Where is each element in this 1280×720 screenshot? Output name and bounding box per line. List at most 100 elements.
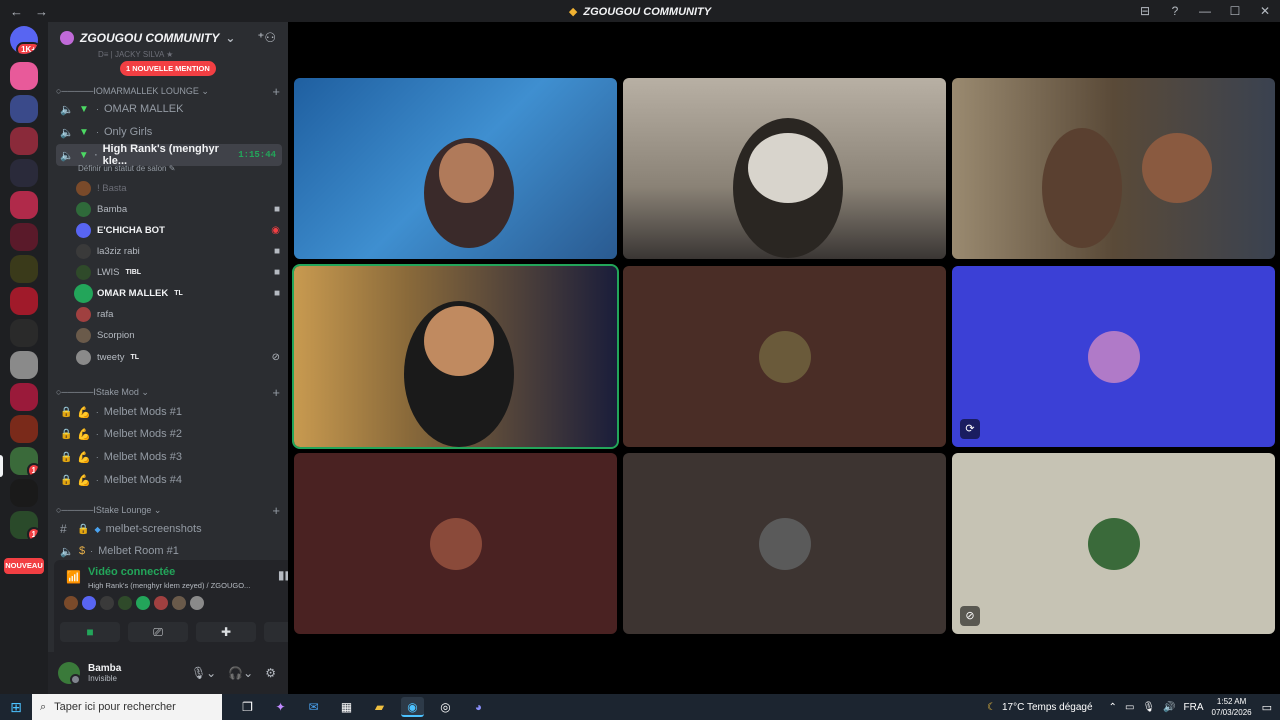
copilot-icon[interactable]: ✦: [269, 697, 292, 717]
video-tile-7[interactable]: [294, 453, 617, 634]
channel-high-rank[interactable]: 🔈 ▼ · High Rank's (menghyr kle... 1:15:44: [56, 143, 282, 167]
server-icon-11[interactable]: [10, 383, 38, 411]
participant-avatar[interactable]: [172, 596, 186, 610]
language-indicator[interactable]: FRA: [1184, 702, 1204, 713]
voice-user[interactable]: tweety TL ⊘: [76, 347, 280, 367]
add-channel-icon[interactable]: +: [272, 503, 280, 518]
server-icon-1[interactable]: [10, 62, 38, 90]
file-explorer-icon[interactable]: ▰: [368, 697, 391, 717]
maximize-button[interactable]: ☐: [1220, 4, 1250, 18]
video-tile-6[interactable]: ⟳: [952, 266, 1275, 447]
set-channel-status[interactable]: Définir un statut de salon ✎: [78, 164, 175, 173]
gear-icon[interactable]: ⚙: [265, 666, 276, 680]
participant-avatar[interactable]: [154, 596, 168, 610]
voice-user[interactable]: la3ziz rabi ■: [76, 241, 280, 261]
new-badge[interactable]: NOUVEAU: [4, 558, 44, 574]
noise-suppression-icon[interactable]: ▮▮: [278, 568, 288, 582]
participant-avatar[interactable]: [100, 596, 114, 610]
signal-icon[interactable]: 📶: [66, 570, 81, 584]
back-arrow-icon[interactable]: ←: [10, 4, 23, 19]
server-icon-5[interactable]: [10, 191, 38, 219]
microphone-icon[interactable]: 🎙: [1142, 702, 1155, 713]
voice-user[interactable]: Scorpion: [76, 325, 280, 345]
channel-melbet-mods-2[interactable]: 🔒 💪 · Melbet Mods #2: [56, 423, 282, 445]
server-icon-9[interactable]: [10, 319, 38, 347]
voice-user[interactable]: E'CHICHA BOT ◉: [76, 220, 280, 240]
screenshare-button[interactable]: ⎚: [128, 622, 188, 642]
server-icon-3[interactable]: [10, 127, 38, 155]
channel-only-girls[interactable]: 🔈 ▼ · Only Girls: [56, 121, 282, 143]
store-icon[interactable]: ▦: [335, 697, 358, 717]
video-tile-5[interactable]: [623, 266, 946, 447]
chevron-up-icon[interactable]: ⌃: [1109, 702, 1117, 713]
weather-widget[interactable]: ☾ 17°C Temps dégagé: [987, 702, 1093, 713]
windows-start-icon[interactable]: ⊞: [0, 699, 32, 716]
voice-channel-path[interactable]: High Rank's (menghyr klem zeyed) / ZGOUG…: [88, 581, 258, 590]
participant-avatar[interactable]: [118, 596, 132, 610]
home-button[interactable]: 1K+: [10, 26, 38, 54]
soundboard-button[interactable]: ♫: [264, 622, 288, 642]
server-icon-10[interactable]: [10, 351, 38, 379]
headphones-icon[interactable]: 🎧⌄: [228, 666, 253, 680]
task-view-icon[interactable]: ❐: [236, 697, 259, 717]
channel-melbet-mods-3[interactable]: 🔒 💪 · Melbet Mods #3: [56, 446, 282, 468]
edge-icon[interactable]: ◉: [401, 697, 424, 717]
channel-melbet-mods-1[interactable]: 🔒 💪 · Melbet Mods #1: [56, 401, 282, 423]
activities-button[interactable]: ✚: [196, 622, 256, 642]
volume-icon[interactable]: 🔊: [1163, 702, 1175, 713]
taskbar-search[interactable]: ⌕ Taper ici pour rechercher: [32, 694, 222, 720]
new-mention-pill[interactable]: 1 NOUVELLE MENTION: [120, 61, 216, 76]
server-icon-12[interactable]: [10, 415, 38, 443]
discord-icon[interactable]: ◕: [467, 697, 490, 717]
channel-melbet-room-1[interactable]: 🔈 $ · Melbet Room #1: [56, 540, 282, 562]
server-icon-2[interactable]: [10, 95, 38, 123]
video-tile-9[interactable]: ⊘: [952, 453, 1275, 634]
voice-status-title[interactable]: Vidéo connectée: [88, 566, 175, 578]
participant-avatar[interactable]: [136, 596, 150, 610]
participant-avatar[interactable]: [190, 596, 204, 610]
channel-melbet-screenshots[interactable]: # 🔒 ◆ melbet-screenshots: [56, 518, 282, 540]
video-tile-3[interactable]: [952, 78, 1275, 259]
channel-melbet-mods-4[interactable]: 🔒 💪 · Melbet Mods #4: [56, 469, 282, 491]
server-icon-15[interactable]: 1: [10, 511, 38, 539]
notification-icon[interactable]: ▭: [1262, 701, 1272, 714]
participant-avatar[interactable]: [64, 596, 78, 610]
video-tile-2[interactable]: [623, 78, 946, 259]
user-info[interactable]: Bamba Invisible: [88, 663, 121, 683]
minimize-button[interactable]: —: [1190, 4, 1220, 18]
help-icon[interactable]: ?: [1160, 4, 1190, 18]
network-icon[interactable]: ▭: [1125, 702, 1134, 713]
category-lounge[interactable]: ○─────IOMARMALLEK LOUNGE ⌄ +: [56, 83, 280, 99]
server-icon-7[interactable]: [10, 255, 38, 283]
video-tile-8[interactable]: [623, 453, 946, 634]
user-avatar[interactable]: [58, 662, 81, 685]
category-stake-lounge[interactable]: ○─────IStake Lounge ⌄ +: [56, 502, 280, 518]
video-tile-1[interactable]: [294, 78, 617, 259]
participant-avatar[interactable]: [82, 596, 96, 610]
camera-button[interactable]: ■: [60, 622, 120, 642]
obs-icon[interactable]: ◎: [434, 697, 457, 717]
title-bar: ← → ◆ ZGOUGOU COMMUNITY ⊟ ? — ☐ ✕: [0, 0, 1280, 22]
inbox-icon[interactable]: ⊟: [1130, 4, 1160, 18]
outlook-icon[interactable]: ✉: [302, 697, 325, 717]
voice-user[interactable]: LWIS TIBL ■: [76, 262, 280, 282]
invite-icon[interactable]: ⁺⚇: [257, 30, 276, 46]
voice-user[interactable]: ! Basta: [76, 178, 280, 198]
microphone-icon[interactable]: 🎙⌄: [191, 666, 216, 680]
close-button[interactable]: ✕: [1250, 4, 1280, 18]
server-icon-6[interactable]: [10, 223, 38, 251]
server-icon-current[interactable]: 1: [10, 447, 38, 475]
voice-user[interactable]: OMAR MALLEK TL ■: [76, 283, 280, 303]
channel-omar-mallek[interactable]: 🔈 ▼ · OMAR MALLEK: [56, 98, 282, 120]
voice-user[interactable]: Bamba ■: [76, 199, 280, 219]
clock[interactable]: 1:52 AM 07/03/2026: [1212, 696, 1252, 718]
server-icon-14[interactable]: [10, 479, 38, 507]
add-channel-icon[interactable]: +: [272, 385, 280, 400]
voice-user[interactable]: rafa: [76, 304, 280, 324]
video-tile-4[interactable]: [292, 264, 619, 449]
server-icon-8[interactable]: [10, 287, 38, 315]
add-channel-icon[interactable]: +: [272, 84, 280, 99]
server-icon-4[interactable]: [10, 159, 38, 187]
category-stake-mod[interactable]: ○─────IStake Mod ⌄ +: [56, 384, 280, 400]
forward-arrow-icon[interactable]: →: [35, 4, 48, 19]
